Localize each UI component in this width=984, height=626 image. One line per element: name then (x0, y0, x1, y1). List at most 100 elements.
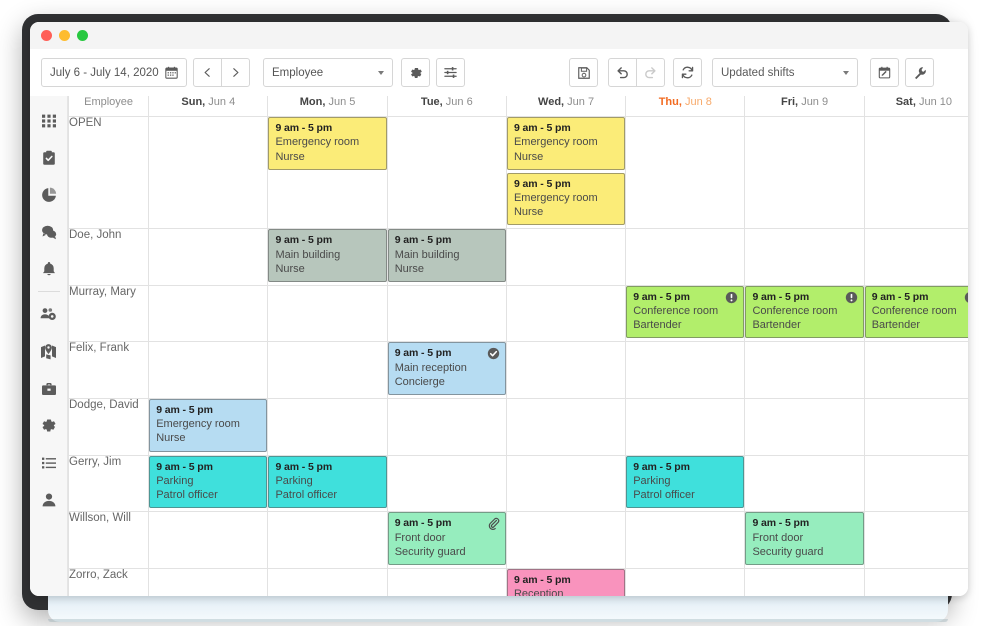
schedule-cell[interactable] (505, 454, 627, 513)
schedule-cell[interactable] (505, 341, 627, 399)
schedule-cell[interactable] (148, 115, 269, 230)
shift-block[interactable]: 9 am - 5 pm Emergency room Nurse (506, 117, 626, 170)
undo-button[interactable] (608, 58, 637, 87)
schedule-cell[interactable] (386, 454, 507, 513)
schedule-cell[interactable] (744, 454, 865, 513)
schedule-cell[interactable] (863, 511, 968, 569)
shift-block[interactable]: 9 am - 5 pm Main building Nurse (268, 229, 387, 282)
schedule-cell[interactable]: 9 am - 5 pm Main building Nurse (267, 228, 388, 286)
schedule-cell[interactable] (386, 115, 507, 230)
employee-name-cell[interactable]: Doe, John (68, 228, 150, 286)
schedule-cell[interactable] (863, 567, 968, 596)
schedule-cell[interactable] (863, 397, 968, 456)
tools-button[interactable] (905, 58, 934, 87)
schedule-cell[interactable] (267, 567, 388, 596)
paperclip-icon[interactable] (487, 517, 500, 531)
employee-name-cell[interactable]: Zorro, Zack (68, 567, 150, 596)
schedule-cell[interactable] (744, 228, 865, 286)
schedule-cell[interactable] (625, 397, 746, 456)
schedule-cell[interactable] (863, 115, 968, 230)
sidebar-item-account[interactable] (30, 481, 68, 518)
schedule-cell[interactable] (505, 228, 627, 286)
schedule-cell[interactable]: 9 am - 5 pm Parking Patrol officer (148, 454, 269, 513)
schedule-cell[interactable] (148, 284, 269, 343)
view-filter-select[interactable]: Updated shifts (712, 58, 858, 87)
schedule-cell[interactable] (863, 454, 968, 513)
schedule-cell[interactable]: 9 am - 5 pm Main building Nurse (386, 228, 507, 286)
schedule-cell[interactable] (267, 284, 388, 343)
schedule-cell[interactable] (625, 567, 746, 596)
shift-block[interactable]: 9 am - 5 pm Parking Patrol officer (626, 455, 745, 509)
schedule-cell[interactable] (267, 341, 388, 399)
shift-block[interactable]: 9 am - 5 pm Conference room Bartender (745, 285, 864, 339)
employee-name-cell[interactable]: OPEN (68, 115, 150, 230)
schedule-cell[interactable] (863, 228, 968, 286)
sidebar-item-messages[interactable] (30, 213, 68, 250)
schedule-cell[interactable]: 9 am - 5 pm Main reception Concierge (386, 341, 507, 399)
sidebar-item-locations[interactable] (30, 333, 68, 370)
schedule-cell[interactable]: 9 am - 5 pmReceptionClerk (505, 567, 627, 596)
group-by-select[interactable]: Employee (263, 58, 393, 87)
sidebar-item-tasks[interactable] (30, 139, 68, 176)
schedule-cell[interactable]: 9 am - 5 pm Front door Security guard (744, 511, 865, 569)
close-window-button[interactable] (41, 30, 52, 41)
save-button[interactable] (569, 58, 598, 87)
sidebar-item-jobs[interactable] (30, 370, 68, 407)
schedule-cell[interactable] (744, 567, 865, 596)
schedule-cell[interactable] (386, 567, 507, 596)
employee-name-cell[interactable]: Felix, Frank (68, 341, 150, 399)
shift-block[interactable]: 9 am - 5 pm Parking Patrol officer (268, 455, 387, 509)
shift-block[interactable]: 9 am - 5 pm Conference room Bartender (626, 285, 745, 339)
shift-block[interactable]: 9 am - 5 pm Main building Nurse (387, 229, 506, 282)
employee-name-cell[interactable]: Murray, Mary (68, 284, 150, 343)
schedule-cell[interactable]: 9 am - 5 pm Emergency room Nurse (148, 397, 269, 456)
schedule-cell[interactable]: 9 am - 5 pm Front door Security guard (386, 511, 507, 569)
sidebar-item-notifications[interactable] (30, 250, 68, 287)
schedule-cell[interactable]: 9 am - 5 pm Conference room Bartender (744, 284, 865, 343)
employee-name-cell[interactable]: Gerry, Jim (68, 454, 150, 513)
sidebar-item-lists[interactable] (30, 444, 68, 481)
sidebar-item-dashboard[interactable] (30, 102, 68, 139)
previous-week-button[interactable] (193, 58, 222, 87)
schedule-cell[interactable] (744, 115, 865, 230)
schedule-cell[interactable]: 9 am - 5 pm Parking Patrol officer (625, 454, 746, 513)
shift-block[interactable]: 9 am - 5 pm Emergency room Nurse (506, 172, 626, 226)
schedule-cell[interactable]: 9 am - 5 pm Conference room Bartender (863, 284, 968, 343)
schedule-cell[interactable] (505, 284, 627, 343)
schedule-cell[interactable] (625, 228, 746, 286)
schedule-cell[interactable] (267, 511, 388, 569)
shift-block[interactable]: 9 am - 5 pm Front door Security guard (745, 512, 864, 565)
refresh-button[interactable] (673, 58, 702, 87)
maximize-window-button[interactable] (77, 30, 88, 41)
shift-block[interactable]: 9 am - 5 pm Front door Security guard (387, 512, 506, 565)
filter-options-button[interactable] (436, 58, 465, 87)
publish-schedule-button[interactable] (870, 58, 899, 87)
schedule-cell[interactable] (505, 511, 627, 569)
sidebar-item-team[interactable] (30, 296, 68, 333)
schedule-cell[interactable] (625, 511, 746, 569)
minimize-window-button[interactable] (59, 30, 70, 41)
schedule-cell[interactable] (148, 228, 269, 286)
check-icon[interactable] (487, 347, 500, 360)
schedule-cell[interactable]: 9 am - 5 pm Emergency room Nurse (267, 115, 388, 230)
schedule-cell[interactable]: 9 am - 5 pm Conference room Bartender (625, 284, 746, 343)
schedule-cell[interactable] (744, 341, 865, 399)
alert-icon[interactable] (964, 291, 968, 304)
alert-icon[interactable] (725, 291, 738, 304)
schedule-cell[interactable] (386, 397, 507, 456)
employee-name-cell[interactable]: Dodge, David (68, 397, 150, 456)
schedule-cell[interactable] (505, 397, 627, 456)
shift-block[interactable]: 9 am - 5 pm Emergency room Nurse (268, 117, 387, 170)
employee-name-cell[interactable]: Willson, Will (68, 511, 150, 569)
schedule-cell[interactable] (744, 397, 865, 456)
date-range-picker[interactable]: July 6 - July 14, 2020 (41, 58, 187, 87)
schedule-cell[interactable] (148, 511, 269, 569)
schedule-cell[interactable] (625, 341, 746, 399)
sidebar-item-settings[interactable] (30, 407, 68, 444)
shift-block[interactable]: 9 am - 5 pm Emergency room Nurse (149, 398, 268, 452)
schedule-cell[interactable] (148, 567, 269, 596)
shift-block[interactable]: 9 am - 5 pm Parking Patrol officer (149, 455, 268, 509)
schedule-grid[interactable]: Employee Sun, Jun 4 Mon, Jun 5 Tue, Jun 6 We… (68, 96, 968, 596)
redo-button[interactable] (636, 58, 665, 87)
shift-block[interactable]: 9 am - 5 pm Main reception Concierge (387, 342, 506, 395)
